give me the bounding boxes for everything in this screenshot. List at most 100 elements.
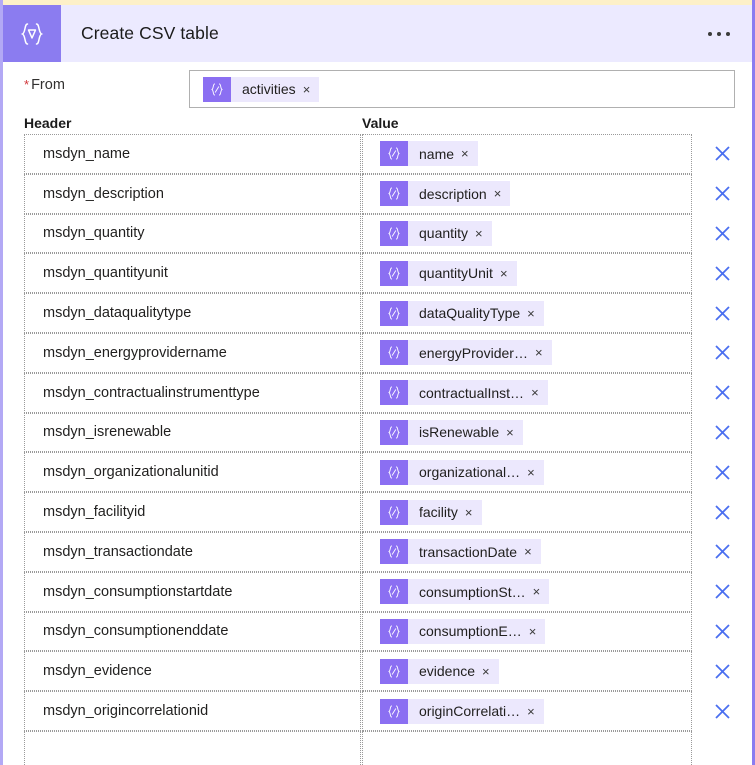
- value-token-text: description: [419, 185, 487, 202]
- value-token-remove-icon[interactable]: ×: [531, 380, 548, 405]
- value-input[interactable]: [362, 730, 692, 765]
- delete-row-icon[interactable]: [692, 333, 752, 373]
- value-token[interactable]: quantityUnit ×: [380, 260, 517, 286]
- header-input[interactable]: msdyn_energyprovidername: [24, 332, 361, 373]
- table-row: msdyn_quantityunit quantityUnit ×: [24, 253, 752, 294]
- delete-row-icon[interactable]: [692, 373, 752, 413]
- value-token[interactable]: dataQualityType ×: [380, 300, 544, 326]
- delete-row-icon[interactable]: [692, 413, 752, 453]
- value-input[interactable]: transactionDate ×: [362, 531, 692, 572]
- value-token-remove-icon[interactable]: ×: [533, 579, 550, 604]
- value-input[interactable]: description ×: [362, 173, 692, 214]
- value-token-text: quantity: [419, 225, 469, 242]
- value-input[interactable]: consumptionSt… ×: [362, 571, 692, 612]
- header-input[interactable]: msdyn_description: [24, 173, 361, 214]
- page-title: Create CSV table: [81, 23, 219, 43]
- header-input[interactable]: msdyn_quantity: [24, 213, 361, 254]
- delete-row-icon[interactable]: [692, 253, 752, 293]
- table-row: msdyn_organizationalunitid organizational…: [24, 452, 752, 493]
- delete-row-icon[interactable]: [692, 492, 752, 532]
- header-input[interactable]: msdyn_transactiondate: [24, 531, 361, 572]
- value-input[interactable]: facility ×: [362, 492, 692, 532]
- dynamic-content-icon: [380, 698, 408, 724]
- value-token-remove-icon[interactable]: ×: [527, 301, 544, 326]
- value-token-remove-icon[interactable]: ×: [461, 141, 478, 166]
- value-token-text: contractualInst…: [419, 384, 525, 401]
- value-token[interactable]: name ×: [380, 141, 478, 167]
- column-headings: Header Value: [3, 115, 752, 134]
- value-input[interactable]: name ×: [362, 134, 692, 174]
- dynamic-content-icon: [380, 459, 408, 485]
- from-token-remove-icon[interactable]: ×: [303, 77, 320, 102]
- value-token-remove-icon[interactable]: ×: [529, 619, 546, 644]
- value-token[interactable]: description ×: [380, 181, 511, 207]
- from-input[interactable]: activities ×: [189, 70, 735, 108]
- value-token[interactable]: evidence ×: [380, 658, 499, 684]
- header-input[interactable]: msdyn_quantityunit: [24, 253, 361, 294]
- delete-row-icon[interactable]: [692, 134, 752, 174]
- value-input[interactable]: originCorrelati… ×: [362, 691, 692, 731]
- header-input[interactable]: msdyn_isrenewable: [24, 412, 361, 453]
- header-input[interactable]: msdyn_origincorrelationid: [24, 691, 361, 731]
- value-input[interactable]: evidence ×: [362, 651, 692, 692]
- value-token-remove-icon[interactable]: ×: [524, 539, 541, 564]
- value-token[interactable]: quantity ×: [380, 220, 492, 246]
- table-row: msdyn_consumptionenddate consumptionE… ×: [24, 611, 752, 652]
- value-input[interactable]: isRenewable ×: [362, 412, 692, 453]
- value-token-remove-icon[interactable]: ×: [482, 659, 499, 684]
- value-token[interactable]: organizational… ×: [380, 459, 544, 485]
- value-token-remove-icon[interactable]: ×: [527, 460, 544, 485]
- value-input[interactable]: energyProvider… ×: [362, 332, 692, 373]
- header-input[interactable]: msdyn_facilityid: [24, 492, 361, 532]
- value-input[interactable]: quantity ×: [362, 213, 692, 254]
- delete-row-icon[interactable]: [692, 532, 752, 572]
- value-token[interactable]: contractualInst… ×: [380, 380, 548, 406]
- value-token-remove-icon[interactable]: ×: [494, 181, 511, 206]
- delete-row-icon[interactable]: [692, 174, 752, 214]
- value-input[interactable]: consumptionE… ×: [362, 611, 692, 652]
- delete-row-icon[interactable]: [692, 214, 752, 254]
- value-token-text: transactionDate: [419, 543, 518, 560]
- value-input[interactable]: quantityUnit ×: [362, 253, 692, 294]
- value-token[interactable]: consumptionE… ×: [380, 618, 546, 644]
- header-input[interactable]: msdyn_contractualinstrumenttype: [24, 372, 361, 413]
- value-token-remove-icon[interactable]: ×: [535, 340, 552, 365]
- header-input[interactable]: msdyn_consumptionstartdate: [24, 571, 361, 612]
- value-token-remove-icon[interactable]: ×: [475, 221, 492, 246]
- value-token-remove-icon[interactable]: ×: [506, 420, 523, 445]
- value-token[interactable]: energyProvider… ×: [380, 340, 552, 366]
- delete-row-icon[interactable]: [692, 612, 752, 652]
- delete-row-icon[interactable]: [692, 452, 752, 492]
- table-row: msdyn_facilityid facility ×: [24, 492, 752, 532]
- delete-row-icon[interactable]: [692, 293, 752, 333]
- delete-row-icon[interactable]: [692, 651, 752, 691]
- value-token[interactable]: originCorrelati… ×: [380, 698, 544, 724]
- table-row: msdyn_description description ×: [24, 173, 752, 214]
- value-input[interactable]: dataQualityType ×: [362, 293, 692, 333]
- table-row: msdyn_isrenewable isRenewable ×: [24, 412, 752, 453]
- header-input[interactable]: msdyn_dataqualitytype: [24, 293, 361, 333]
- header-input[interactable]: msdyn_organizationalunitid: [24, 452, 361, 493]
- from-label-text: From: [31, 77, 65, 93]
- value-token[interactable]: facility ×: [380, 499, 482, 525]
- header-input[interactable]: msdyn_name: [24, 134, 361, 174]
- more-options-icon[interactable]: [702, 24, 736, 44]
- delete-row-icon[interactable]: [692, 572, 752, 612]
- header-input[interactable]: msdyn_evidence: [24, 651, 361, 692]
- value-input[interactable]: organizational… ×: [362, 452, 692, 493]
- delete-row-icon[interactable]: [692, 691, 752, 731]
- value-token[interactable]: isRenewable ×: [380, 419, 523, 445]
- column-heading-value: Value: [362, 115, 399, 131]
- header-input[interactable]: [24, 730, 361, 765]
- value-token-remove-icon[interactable]: ×: [500, 261, 517, 286]
- create-csv-table-card: Create CSV table * From activities × Hea…: [0, 0, 755, 765]
- value-token-text: energyProvider…: [419, 344, 528, 361]
- value-token-remove-icon[interactable]: ×: [465, 500, 482, 525]
- dynamic-content-icon: [380, 340, 408, 366]
- from-token[interactable]: activities ×: [203, 76, 320, 102]
- value-token-remove-icon[interactable]: ×: [527, 699, 544, 724]
- header-input[interactable]: msdyn_consumptionenddate: [24, 611, 361, 652]
- value-input[interactable]: contractualInst… ×: [362, 372, 692, 413]
- value-token[interactable]: consumptionSt… ×: [380, 579, 550, 605]
- value-token[interactable]: transactionDate ×: [380, 539, 541, 565]
